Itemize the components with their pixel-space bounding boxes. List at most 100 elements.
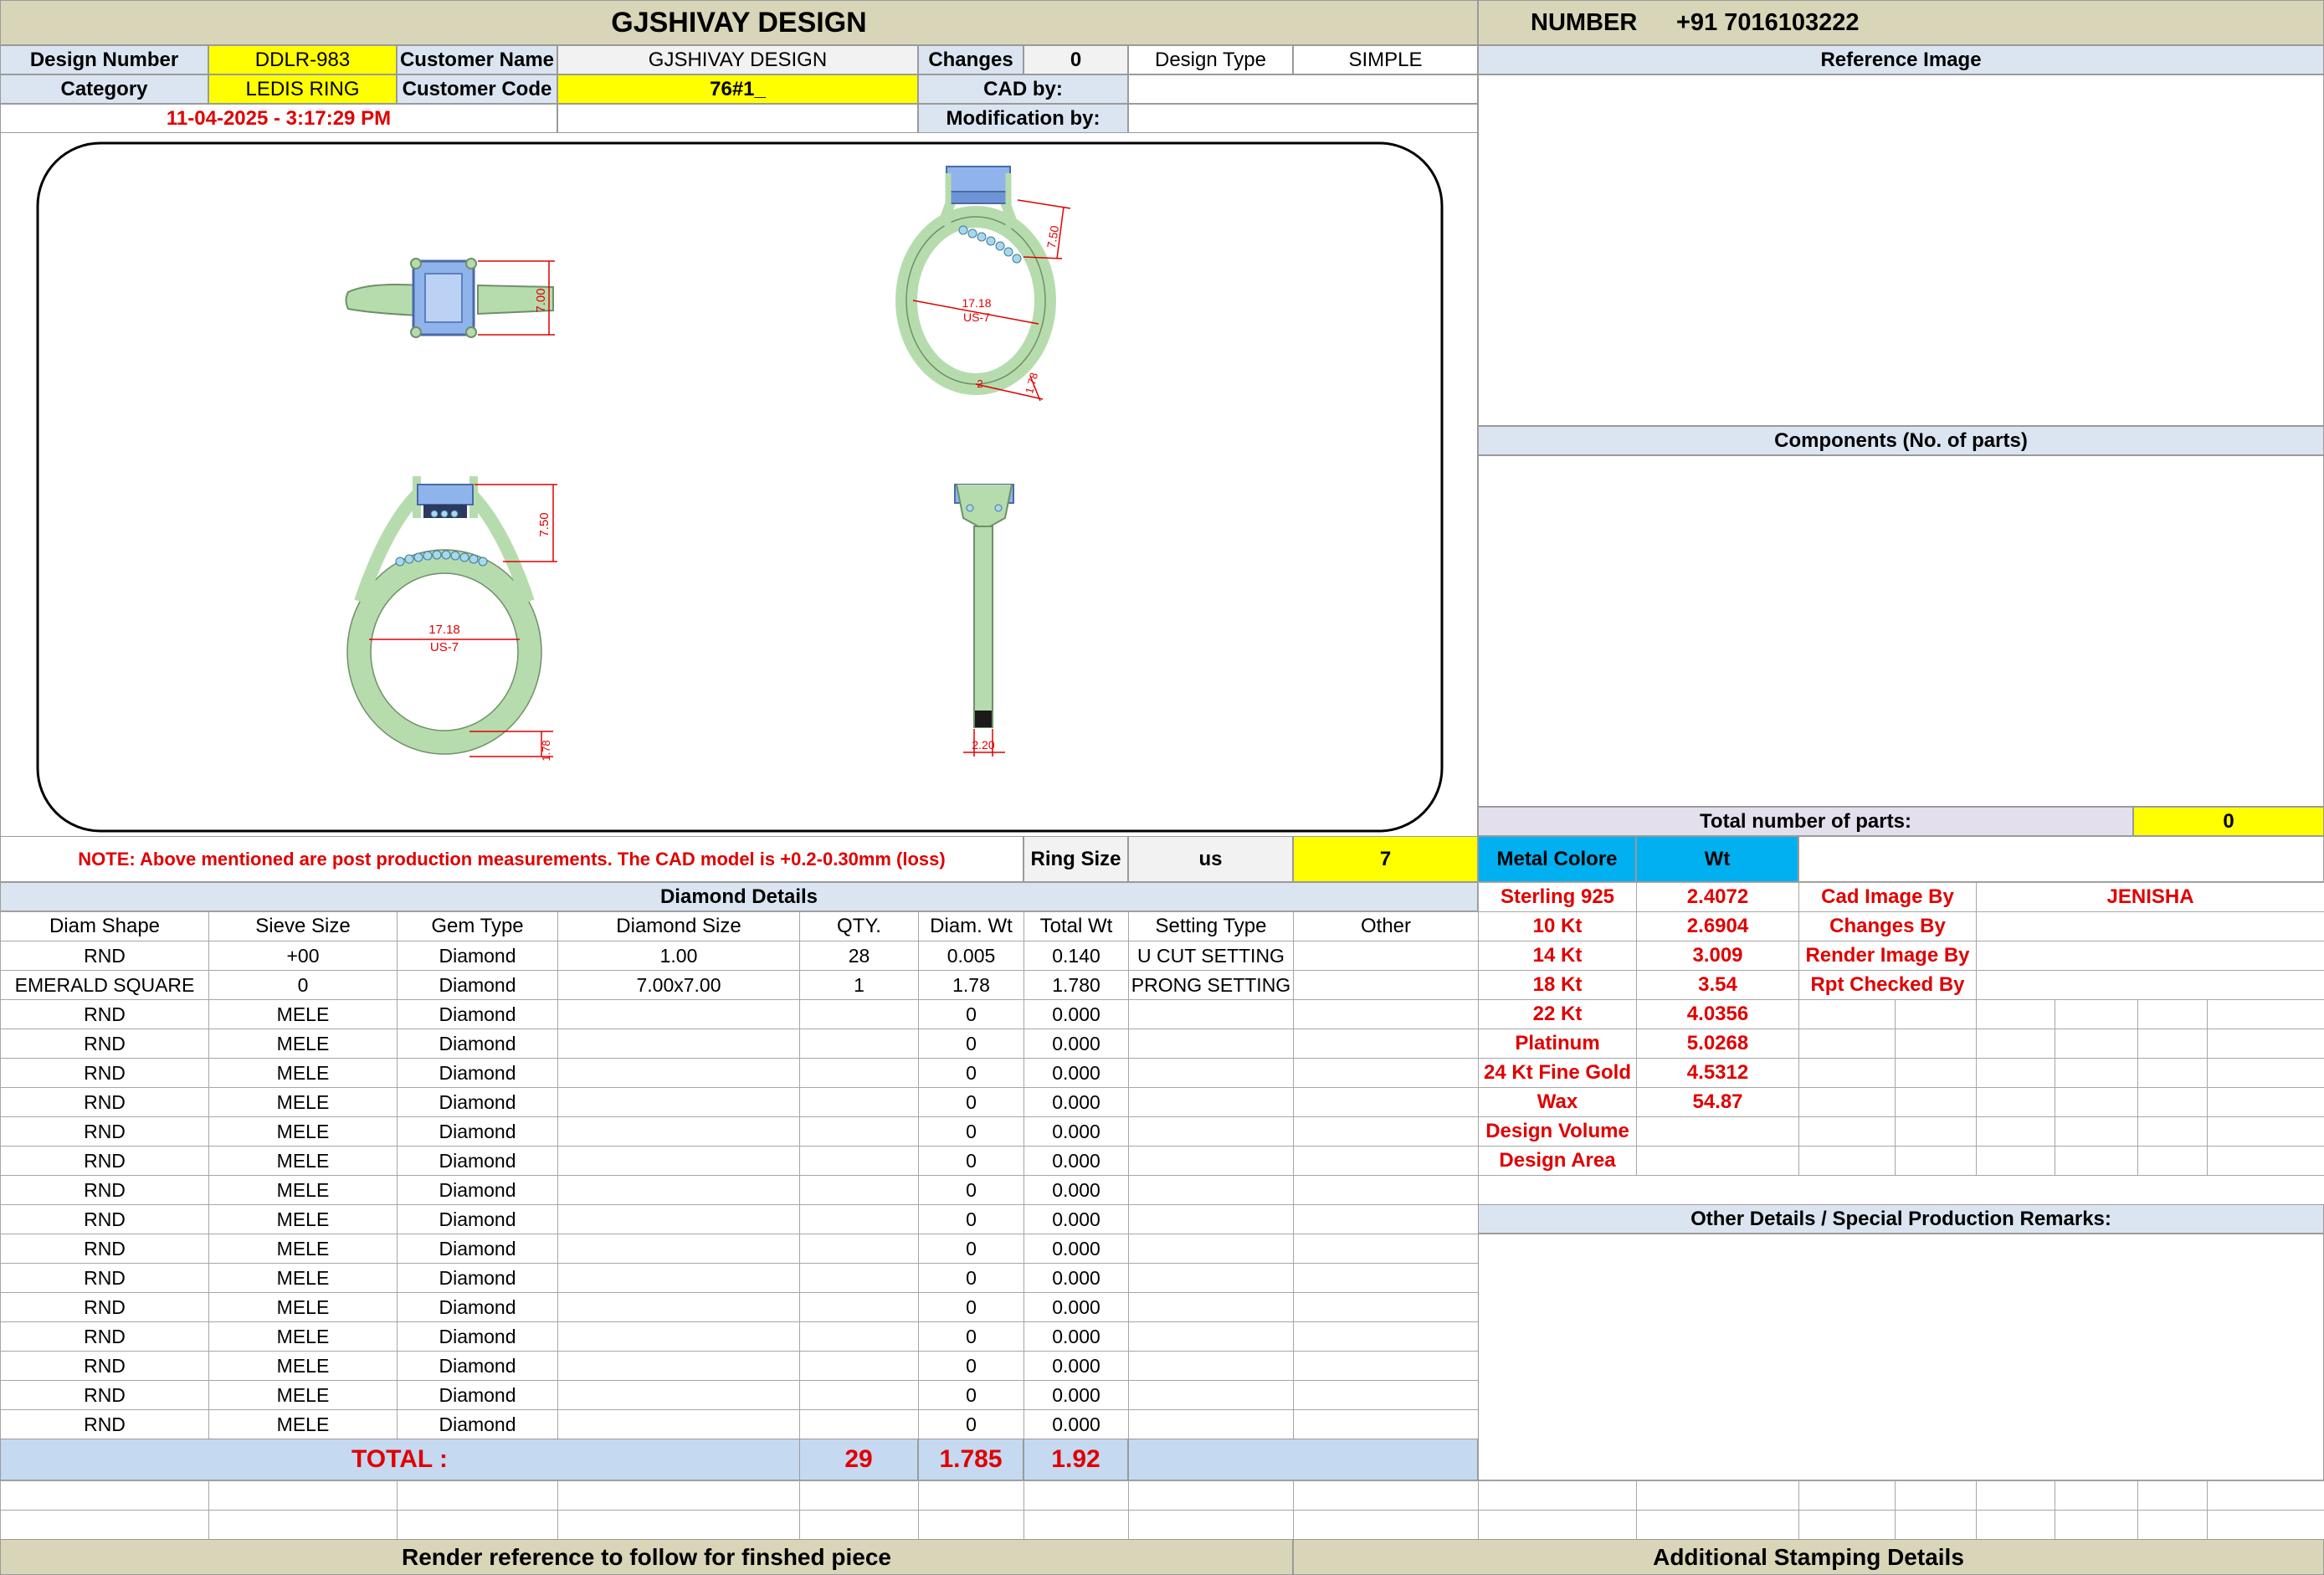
diamond-cell[interactable]: 1.78 xyxy=(918,970,1024,1000)
metal-blank-cell[interactable] xyxy=(1976,1029,2055,1059)
diamond-cell[interactable]: Diamond xyxy=(397,1058,558,1088)
diamond-cell[interactable] xyxy=(1128,1380,1294,1410)
diamond-cell[interactable] xyxy=(799,1204,919,1234)
diamond-cell[interactable] xyxy=(799,999,919,1029)
diamond-cell[interactable]: 0.000 xyxy=(1023,1204,1129,1234)
metal-weight[interactable]: 2.6904 xyxy=(1636,911,1799,941)
diamond-cell[interactable] xyxy=(557,1116,800,1147)
diamond-cell[interactable]: 0.000 xyxy=(1023,1351,1129,1381)
diamond-cell[interactable] xyxy=(1293,1321,1479,1352)
diamond-cell[interactable]: RND xyxy=(0,999,209,1029)
diamond-cell[interactable]: Diamond xyxy=(397,1234,558,1264)
diamond-cell[interactable] xyxy=(1128,1234,1294,1264)
metal-blank-cell[interactable] xyxy=(2206,1116,2324,1147)
diamond-cell[interactable]: 0 xyxy=(918,1234,1024,1264)
diamond-cell[interactable]: Diamond xyxy=(397,1321,558,1352)
diamond-cell[interactable]: 0 xyxy=(918,1116,1024,1147)
total-parts-value[interactable]: 0 xyxy=(2133,807,2324,836)
credit-value[interactable] xyxy=(1975,941,2324,971)
metal-weight[interactable]: 3.54 xyxy=(1636,970,1799,1000)
diamond-cell[interactable]: 0.000 xyxy=(1023,1409,1129,1439)
metal-blank-cell[interactable] xyxy=(2206,1146,2324,1176)
diamond-cell[interactable]: RND xyxy=(0,1263,209,1293)
diamond-cell[interactable]: 28 xyxy=(799,941,919,971)
metal-blank-cell[interactable] xyxy=(2137,1146,2208,1176)
metal-blank-cell[interactable] xyxy=(2206,1029,2324,1059)
design-number-value[interactable]: DDLR-983 xyxy=(208,45,397,74)
diamond-cell[interactable] xyxy=(1293,1263,1479,1293)
diamond-cell[interactable] xyxy=(1293,1146,1479,1176)
diamond-cell[interactable]: Diamond xyxy=(397,1263,558,1293)
diamond-cell[interactable]: Diamond xyxy=(397,1146,558,1176)
diamond-cell[interactable]: MELE xyxy=(208,1292,398,1322)
diamond-cell[interactable] xyxy=(1128,1321,1294,1352)
diamond-cell[interactable] xyxy=(1293,1175,1479,1205)
diamond-cell[interactable]: Diamond xyxy=(397,1087,558,1117)
diamond-cell[interactable]: MELE xyxy=(208,1351,398,1381)
diamond-cell[interactable]: Diamond xyxy=(397,1380,558,1410)
diamond-cell[interactable]: 1.00 xyxy=(557,941,800,971)
diamond-cell[interactable] xyxy=(557,999,800,1029)
diamond-cell[interactable] xyxy=(557,1380,800,1410)
diamond-cell[interactable]: 1.780 xyxy=(1023,970,1129,1000)
diamond-cell[interactable]: MELE xyxy=(208,1263,398,1293)
metal-blank-cell[interactable] xyxy=(2055,1116,2138,1147)
diamond-cell[interactable] xyxy=(1293,941,1479,971)
diamond-cell[interactable]: +00 xyxy=(208,941,398,971)
design-type-value[interactable]: SIMPLE xyxy=(1293,45,1478,74)
metal-weight[interactable]: 5.0268 xyxy=(1636,1029,1799,1059)
diamond-cell[interactable] xyxy=(557,1292,800,1322)
diamond-cell[interactable]: MELE xyxy=(208,1380,398,1410)
diamond-cell[interactable] xyxy=(799,1321,919,1352)
customer-name-value[interactable]: GJSHIVAY DESIGN xyxy=(557,45,918,74)
metal-blank-cell[interactable] xyxy=(2055,1146,2138,1176)
diamond-cell[interactable] xyxy=(557,1409,800,1439)
diamond-cell[interactable]: 0.005 xyxy=(918,941,1024,971)
diamond-cell[interactable]: 0 xyxy=(918,1321,1024,1352)
metal-weight[interactable] xyxy=(1636,1116,1799,1147)
diamond-cell[interactable] xyxy=(1293,1409,1479,1439)
diamond-cell[interactable] xyxy=(557,1321,800,1352)
diamond-cell[interactable]: 0.000 xyxy=(1023,1175,1129,1205)
diamond-cell[interactable]: RND xyxy=(0,1058,209,1088)
diamond-cell[interactable] xyxy=(1293,1234,1479,1264)
metal-blank-cell[interactable] xyxy=(1798,1116,1896,1147)
diamond-cell[interactable]: Diamond xyxy=(397,999,558,1029)
metal-blank-cell[interactable] xyxy=(1895,1087,1977,1117)
changes-value[interactable]: 0 xyxy=(1023,45,1128,74)
diamond-cell[interactable]: RND xyxy=(0,1380,209,1410)
diamond-cell[interactable] xyxy=(799,1351,919,1381)
diamond-cell[interactable]: Diamond xyxy=(397,1351,558,1381)
metal-weight[interactable]: 4.0356 xyxy=(1636,999,1799,1029)
category-value[interactable]: LEDIS RING xyxy=(208,74,397,104)
metal-blank-cell[interactable] xyxy=(2055,1029,2138,1059)
diamond-cell[interactable] xyxy=(799,1292,919,1322)
metal-weight[interactable]: 4.5312 xyxy=(1636,1058,1799,1088)
diamond-cell[interactable] xyxy=(557,1351,800,1381)
metal-blank-cell[interactable] xyxy=(2137,1058,2208,1088)
diamond-cell[interactable]: MELE xyxy=(208,1087,398,1117)
diamond-cell[interactable] xyxy=(1128,1351,1294,1381)
diamond-cell[interactable] xyxy=(1293,999,1479,1029)
diamond-cell[interactable]: RND xyxy=(0,1321,209,1352)
metal-blank-cell[interactable] xyxy=(1976,1146,2055,1176)
modification-by-value[interactable] xyxy=(1128,104,1478,133)
diamond-cell[interactable]: MELE xyxy=(208,1146,398,1176)
diamond-cell[interactable]: Diamond xyxy=(397,1175,558,1205)
diamond-cell[interactable]: MELE xyxy=(208,999,398,1029)
credit-value[interactable]: JENISHA xyxy=(1975,882,2324,912)
diamond-cell[interactable] xyxy=(1293,1380,1479,1410)
diamond-cell[interactable]: 0 xyxy=(918,1204,1024,1234)
metal-blank-cell[interactable] xyxy=(1798,999,1896,1029)
diamond-cell[interactable]: RND xyxy=(0,1234,209,1264)
diamond-cell[interactable]: RND xyxy=(0,1204,209,1234)
diamond-cell[interactable]: Diamond xyxy=(397,1204,558,1234)
diamond-cell[interactable] xyxy=(557,1204,800,1234)
diamond-cell[interactable] xyxy=(557,1058,800,1088)
diamond-cell[interactable]: Diamond xyxy=(397,1116,558,1147)
metal-blank-cell[interactable] xyxy=(1798,1146,1896,1176)
diamond-cell[interactable] xyxy=(1128,1204,1294,1234)
diamond-cell[interactable]: EMERALD SQUARE xyxy=(0,970,209,1000)
diamond-cell[interactable]: MELE xyxy=(208,1234,398,1264)
diamond-cell[interactable]: 0 xyxy=(918,1292,1024,1322)
